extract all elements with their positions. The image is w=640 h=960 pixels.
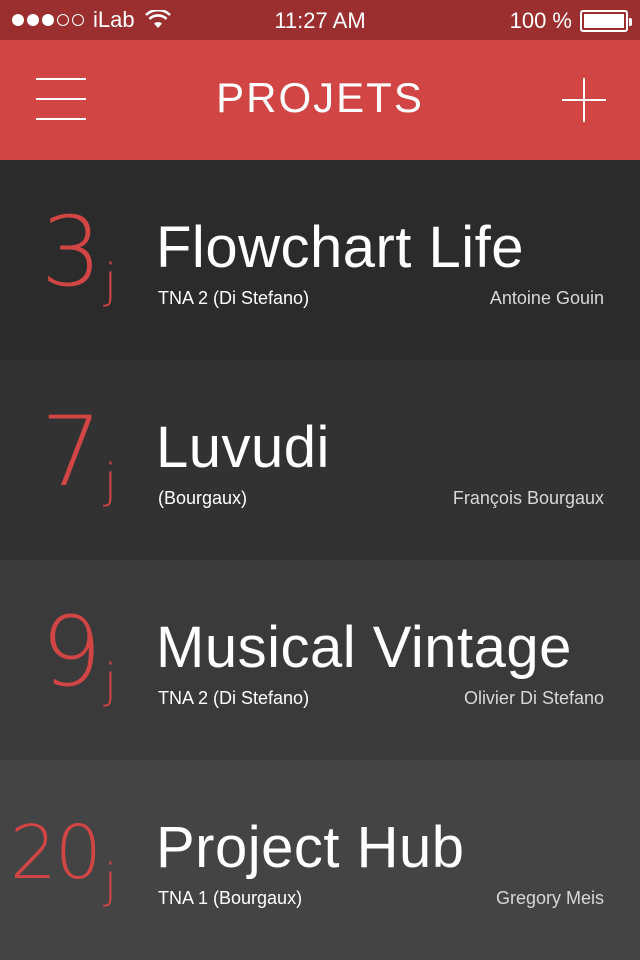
days-remaining: 7 bbox=[40, 396, 102, 508]
project-owner: François Bourgaux bbox=[452, 488, 604, 508]
project-row[interactable]: 3 j Flowchart Life TNA 2 (Di Stefano) An… bbox=[0, 160, 640, 360]
project-row[interactable]: 7 j Luvudi (Bourgaux) François Bourgaux bbox=[0, 360, 640, 560]
nav-bar: PROJETS bbox=[0, 40, 640, 160]
days-unit: j bbox=[104, 254, 117, 308]
days-unit: j bbox=[104, 654, 117, 708]
days-unit: j bbox=[104, 854, 117, 908]
project-owner: Antoine Gouin bbox=[489, 288, 604, 308]
project-title: Luvudi bbox=[156, 415, 330, 480]
project-row[interactable]: 9 j Musical Vintage TNA 2 (Di Stefano) O… bbox=[0, 560, 640, 760]
battery-status: 100 % bbox=[509, 8, 632, 34]
project-team: TNA 1 (Bourgaux) bbox=[158, 888, 303, 908]
project-team: TNA 2 (Di Stefano) bbox=[158, 688, 310, 708]
battery-icon bbox=[580, 10, 632, 32]
project-title: Musical Vintage bbox=[156, 615, 572, 680]
battery-percentage: 100 % bbox=[509, 8, 572, 33]
days-remaining: 9 bbox=[40, 596, 102, 708]
days-remaining: 3 bbox=[40, 196, 102, 308]
project-title: Project Hub bbox=[156, 815, 465, 880]
project-title: Flowchart Life bbox=[156, 215, 525, 280]
project-owner: Olivier Di Stefano bbox=[463, 688, 604, 708]
project-owner: Gregory Meis bbox=[495, 888, 604, 908]
project-row[interactable]: 20 j Project Hub TNA 1 (Bourgaux) Gregor… bbox=[0, 760, 640, 960]
project-list: 3 j Flowchart Life TNA 2 (Di Stefano) An… bbox=[0, 160, 640, 960]
page-title: PROJETS bbox=[216, 74, 424, 121]
status-bar: iLab 11:27 AM 100 % bbox=[0, 0, 640, 40]
days-remaining: 20 bbox=[9, 810, 102, 896]
project-team: TNA 2 (Di Stefano) bbox=[158, 288, 310, 308]
add-project-button[interactable] bbox=[562, 78, 606, 122]
project-team: (Bourgaux) bbox=[158, 488, 248, 508]
days-unit: j bbox=[104, 454, 117, 508]
